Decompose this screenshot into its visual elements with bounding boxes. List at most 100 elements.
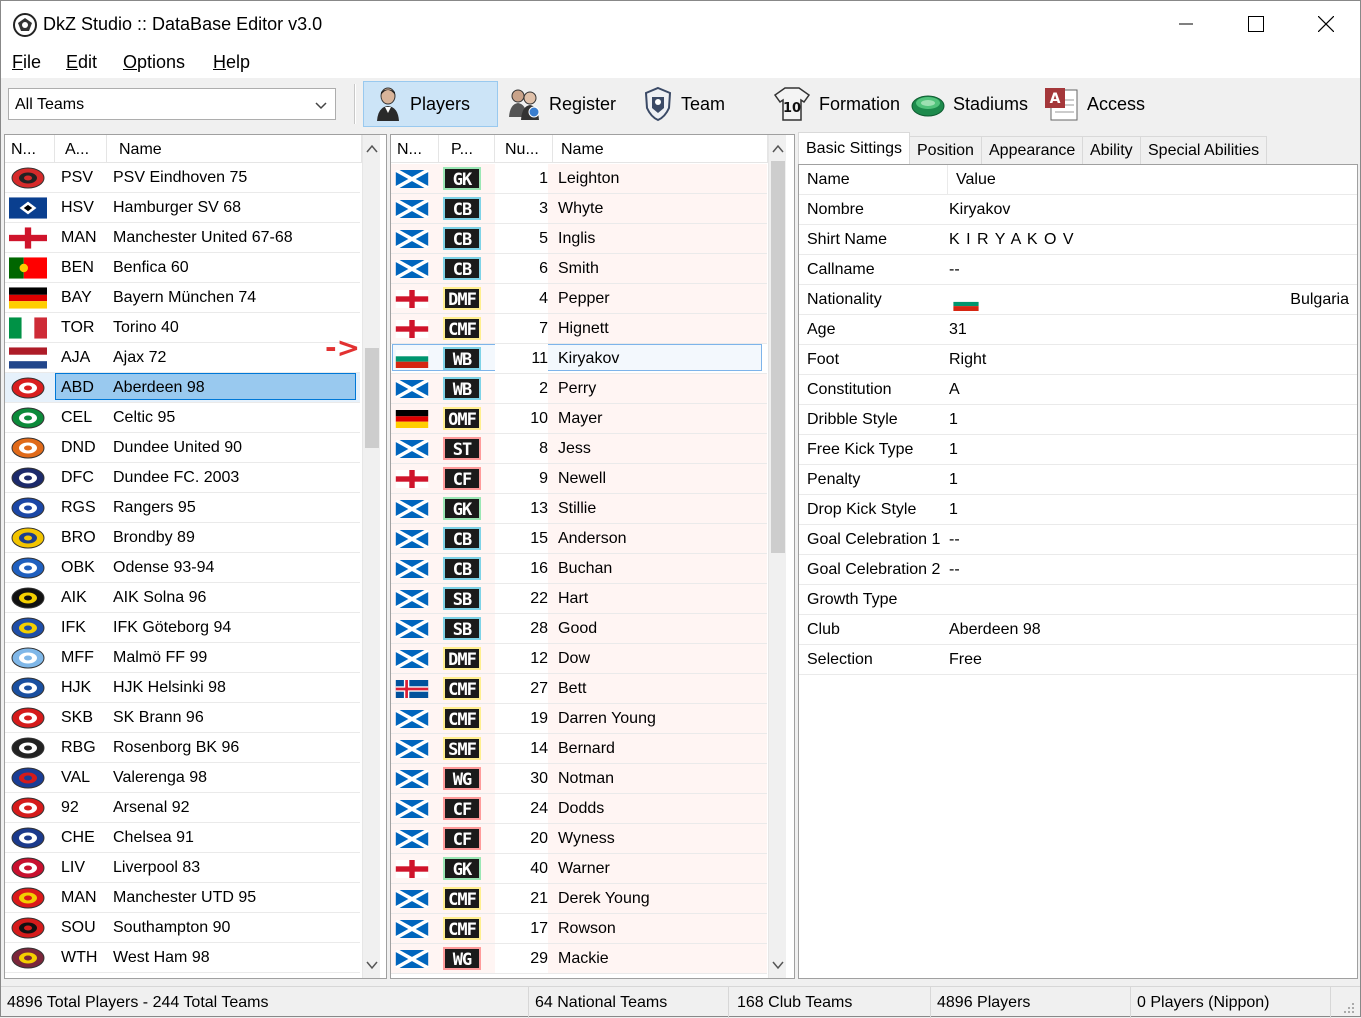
property-value[interactable]: Bulgaria <box>949 285 1353 314</box>
player-row[interactable]: CMF 27 Bett <box>391 674 767 704</box>
teams-scroll-thumb[interactable] <box>365 347 379 448</box>
player-row[interactable]: GK 40 Warner <box>391 854 767 884</box>
team-row[interactable]: TOR Torino 40 <box>5 313 360 343</box>
players-list[interactable]: N... P... Nu... Name GK 1 Leighton CB 3 Whyte… <box>390 134 795 979</box>
team-row[interactable]: WTH West Ham 98 <box>5 943 360 973</box>
property-value[interactable]: 31 <box>949 315 1353 344</box>
team-row[interactable]: BEN Benfica 60 <box>5 253 360 283</box>
property-row[interactable]: Callname -- <box>799 255 1357 285</box>
property-row[interactable]: Age 31 <box>799 315 1357 345</box>
player-row[interactable]: CMF 17 Rowson <box>391 914 767 944</box>
property-value[interactable]: Kiryakov <box>949 195 1353 224</box>
property-row[interactable]: Drop Kick Style 1 <box>799 495 1357 525</box>
player-row[interactable]: CF 24 Dodds <box>391 794 767 824</box>
tab-special-abilities[interactable]: Special Abilities <box>1140 136 1268 164</box>
team-row[interactable]: HSV Hamburger SV 68 <box>5 193 360 223</box>
property-row[interactable]: Nombre Kiryakov <box>799 195 1357 225</box>
player-row[interactable]: CMF 19 Darren Young <box>391 704 767 734</box>
property-value[interactable]: Right <box>949 345 1353 374</box>
team-row[interactable]: LIV Liverpool 83 <box>5 853 360 883</box>
team-button[interactable]: Team <box>633 82 735 126</box>
teams-list[interactable]: N... A... Name PSV PSV Eindhoven 75 HSV Ham… <box>4 134 387 979</box>
property-row[interactable]: Constitution A <box>799 375 1357 405</box>
player-row[interactable]: CB 3 Whyte <box>391 194 767 224</box>
minimize-button[interactable] <box>1151 1 1221 47</box>
team-row[interactable]: BRO Brondby 89 <box>5 523 360 553</box>
player-row[interactable]: ST 8 Jess <box>391 434 767 464</box>
tab-basic-sittings[interactable]: Basic Sittings <box>798 132 911 164</box>
team-row[interactable]: CHE Chelsea 91 <box>5 823 360 853</box>
property-value[interactable]: 1 <box>949 465 1353 494</box>
player-row[interactable]: DMF 12 Dow <box>391 644 767 674</box>
team-row[interactable]: PSV PSV Eindhoven 75 <box>5 163 360 193</box>
player-row[interactable]: CF 20 Wyness <box>391 824 767 854</box>
player-row[interactable]: GK 13 Stillie <box>391 494 767 524</box>
player-row[interactable]: CB 16 Buchan <box>391 554 767 584</box>
team-filter-dropdown[interactable]: All Teams <box>8 88 336 120</box>
tab-position[interactable]: Position <box>909 136 982 164</box>
property-value[interactable]: 1 <box>949 405 1353 434</box>
property-row[interactable]: Shirt Name K I R Y A K O V <box>799 225 1357 255</box>
menu-file[interactable]: File <box>12 52 41 73</box>
menu-edit[interactable]: Edit <box>66 52 97 73</box>
team-row[interactable]: AJA Ajax 72 <box>5 343 360 373</box>
property-row[interactable]: Dribble Style 1 <box>799 405 1357 435</box>
player-row[interactable]: SB 28 Good <box>391 614 767 644</box>
player-row[interactable]: CMF 7 Hignett <box>391 314 767 344</box>
stadiums-button[interactable]: Stadiums <box>901 82 1038 126</box>
property-value[interactable]: -- <box>949 525 1353 554</box>
players-scrollbar[interactable] <box>768 135 786 978</box>
team-row[interactable]: HJK HJK Helsinki 98 <box>5 673 360 703</box>
close-button[interactable] <box>1291 1 1361 47</box>
players-col-nation-header[interactable]: N... <box>391 135 439 163</box>
property-value[interactable]: Free <box>949 645 1353 674</box>
property-row[interactable]: Selection Free <box>799 645 1357 675</box>
property-value[interactable] <box>949 585 1353 614</box>
teams-scrollbar[interactable] <box>362 135 380 978</box>
player-row[interactable]: OMF 10 Mayer <box>391 404 767 434</box>
teams-col-flag-header[interactable]: N... <box>5 135 55 163</box>
access-button[interactable]: A Access <box>1033 82 1155 126</box>
property-value[interactable]: -- <box>949 555 1353 584</box>
team-row[interactable]: OBK Odense 93-94 <box>5 553 360 583</box>
team-row[interactable]: AIK AIK Solna 96 <box>5 583 360 613</box>
team-row[interactable]: RGS Rangers 95 <box>5 493 360 523</box>
property-row[interactable]: Goal Celebration 1 -- <box>799 525 1357 555</box>
player-row[interactable]: WB 2 Perry <box>391 374 767 404</box>
players-scroll-thumb[interactable] <box>771 161 785 553</box>
player-row[interactable]: GK 1 Leighton <box>391 164 767 194</box>
property-value[interactable]: 1 <box>949 495 1353 524</box>
team-row[interactable]: 92 Arsenal 92 <box>5 793 360 823</box>
player-row[interactable]: CMF 21 Derek Young <box>391 884 767 914</box>
tab-ability[interactable]: Ability <box>1082 136 1141 164</box>
property-row[interactable]: Foot Right <box>799 345 1357 375</box>
teams-col-abbr-header[interactable]: A... <box>55 135 107 163</box>
player-row[interactable]: SMF 14 Bernard <box>391 734 767 764</box>
team-row[interactable]: MFF Malmö FF 99 <box>5 643 360 673</box>
player-row[interactable]: SB 22 Hart <box>391 584 767 614</box>
team-row[interactable]: DND Dundee United 90 <box>5 433 360 463</box>
menu-help[interactable]: Help <box>213 52 250 73</box>
players-col-name-header[interactable]: Name <box>553 135 768 163</box>
team-row[interactable]: ABD Aberdeen 98 <box>5 373 360 403</box>
team-row[interactable]: SOU Southampton 90 <box>5 913 360 943</box>
player-row[interactable]: WB 11 Kiryakov <box>391 344 767 374</box>
team-row[interactable]: MAN Manchester United 67-68 <box>5 223 360 253</box>
player-row[interactable]: CB 5 Inglis <box>391 224 767 254</box>
team-row[interactable]: VAL Valerenga 98 <box>5 763 360 793</box>
team-row[interactable]: MAN Manchester UTD 95 <box>5 883 360 913</box>
scroll-down-icon[interactable] <box>771 957 785 973</box>
players-button[interactable]: Players <box>363 81 498 127</box>
player-row[interactable]: CF 9 Newell <box>391 464 767 494</box>
formation-button[interactable]: 10 Formation <box>763 82 910 126</box>
team-row[interactable]: CEL Celtic 95 <box>5 403 360 433</box>
property-value[interactable]: K I R Y A K O V <box>949 225 1353 254</box>
teams-col-name-header[interactable]: Name <box>107 135 362 163</box>
register-button[interactable]: Register <box>497 82 626 126</box>
property-row[interactable]: Nationality Bulgaria <box>799 285 1357 315</box>
property-value[interactable]: A <box>949 375 1353 404</box>
scroll-down-icon[interactable] <box>365 957 379 973</box>
property-value[interactable]: -- <box>949 255 1353 284</box>
maximize-button[interactable] <box>1221 1 1291 47</box>
players-col-number-header[interactable]: Nu... <box>495 135 553 163</box>
